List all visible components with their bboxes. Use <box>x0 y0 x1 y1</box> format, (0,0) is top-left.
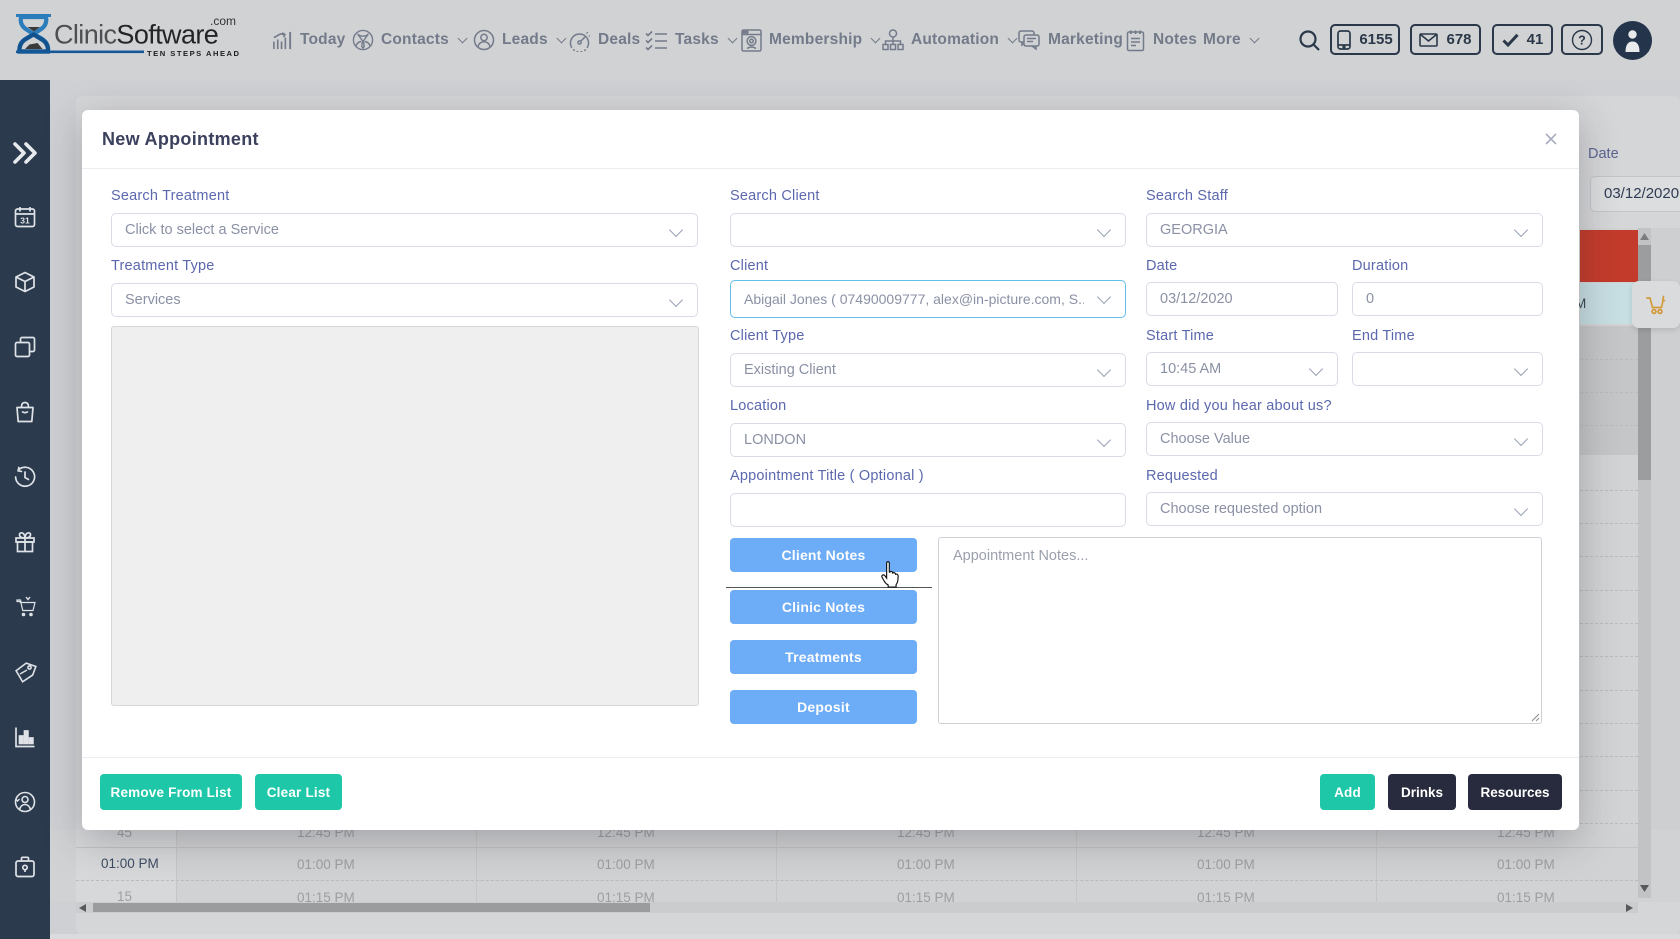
svg-text:ClinicSoftware: ClinicSoftware <box>54 20 218 50</box>
svg-text:?: ? <box>1578 33 1586 47</box>
svg-text:TEN STEPS AHEAD: TEN STEPS AHEAD <box>147 49 241 58</box>
svg-text:.com: .com <box>210 14 236 28</box>
svg-text:31: 31 <box>20 216 30 226</box>
